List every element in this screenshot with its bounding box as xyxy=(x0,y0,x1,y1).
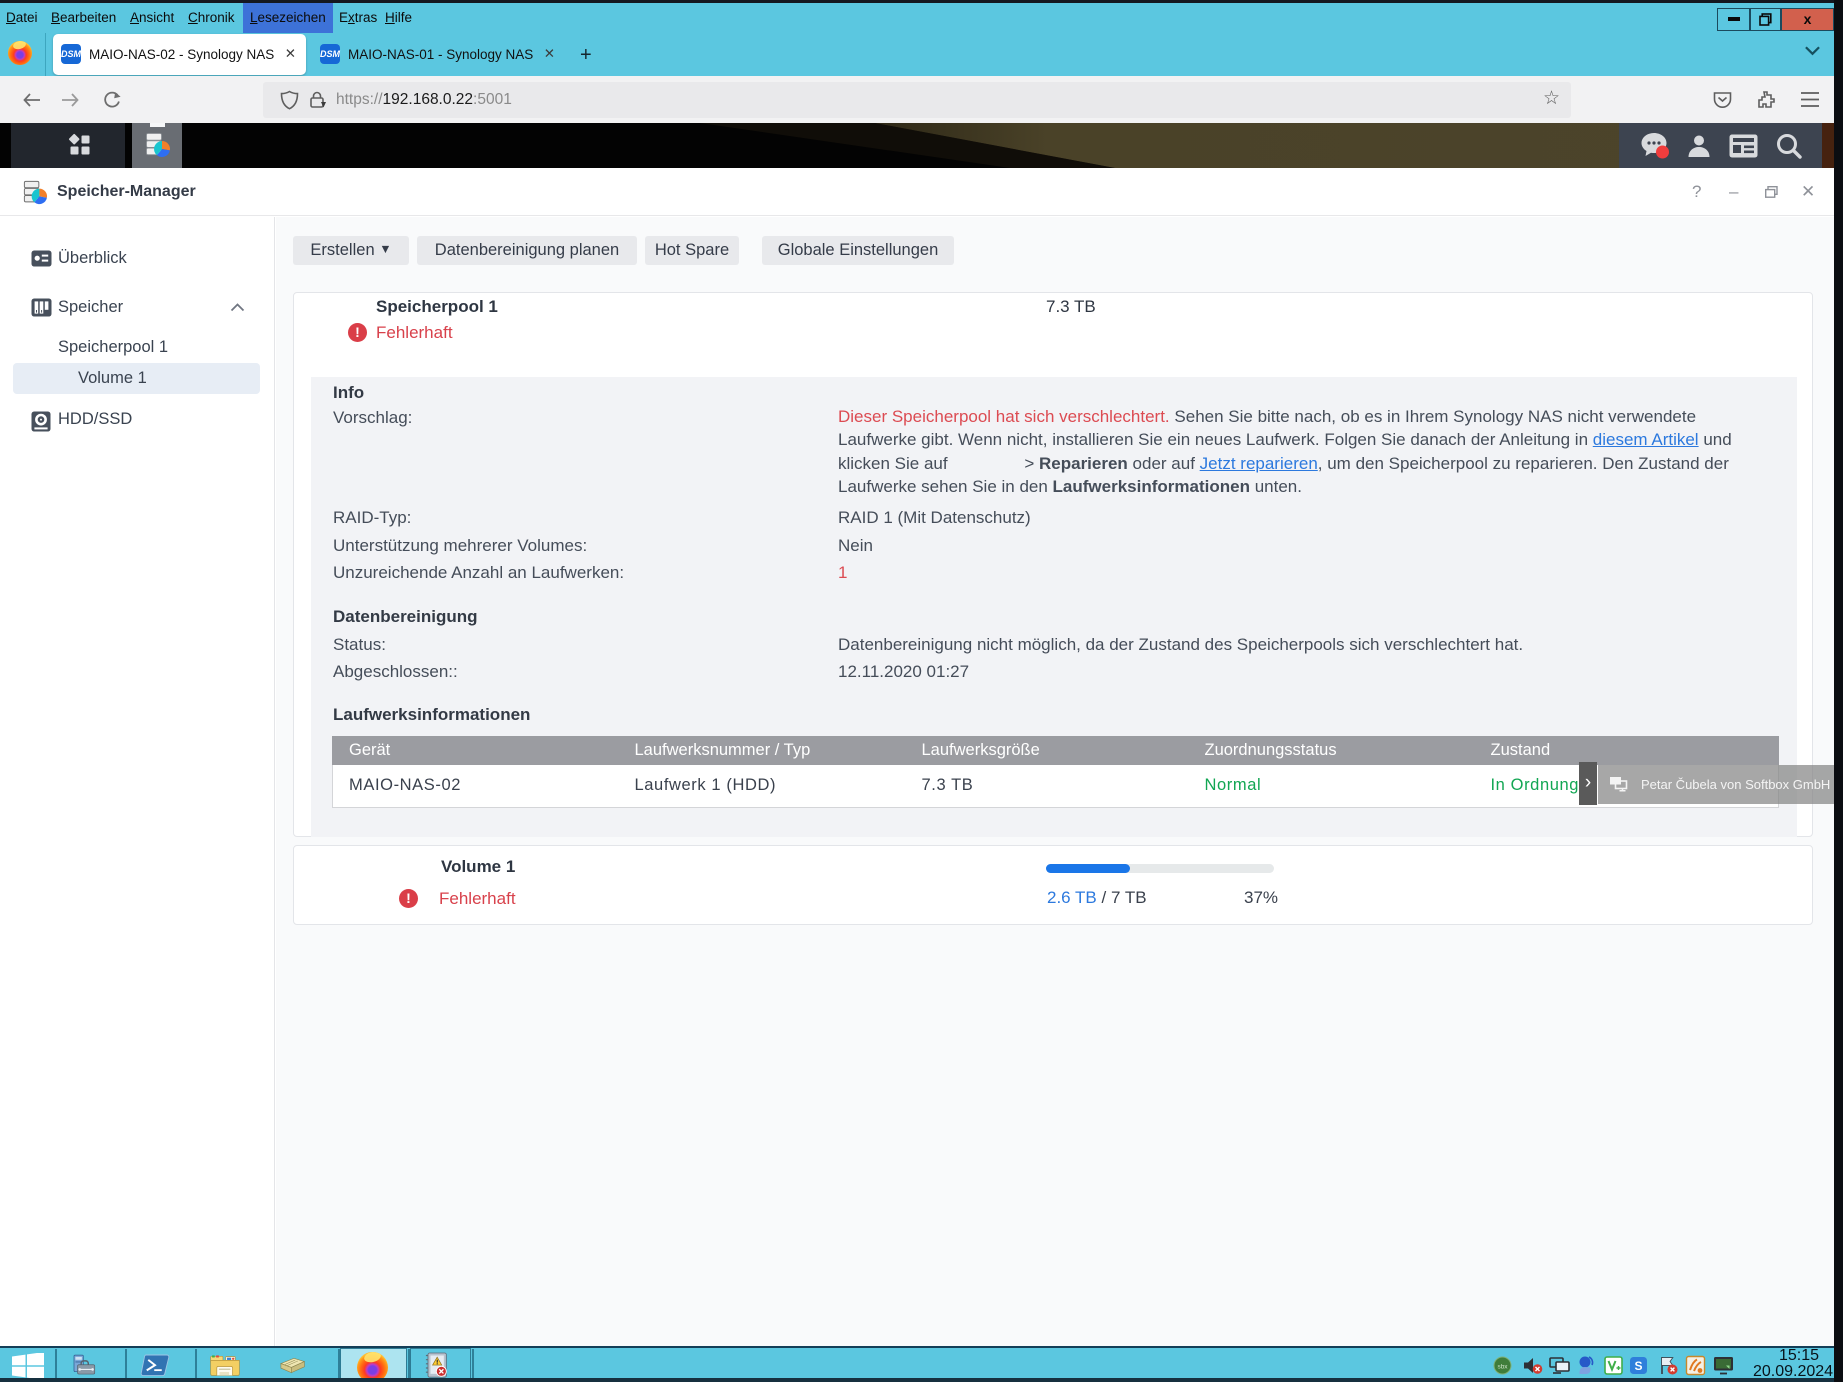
svg-text:sbx: sbx xyxy=(1497,1364,1508,1371)
svg-text:S: S xyxy=(1634,1359,1642,1373)
